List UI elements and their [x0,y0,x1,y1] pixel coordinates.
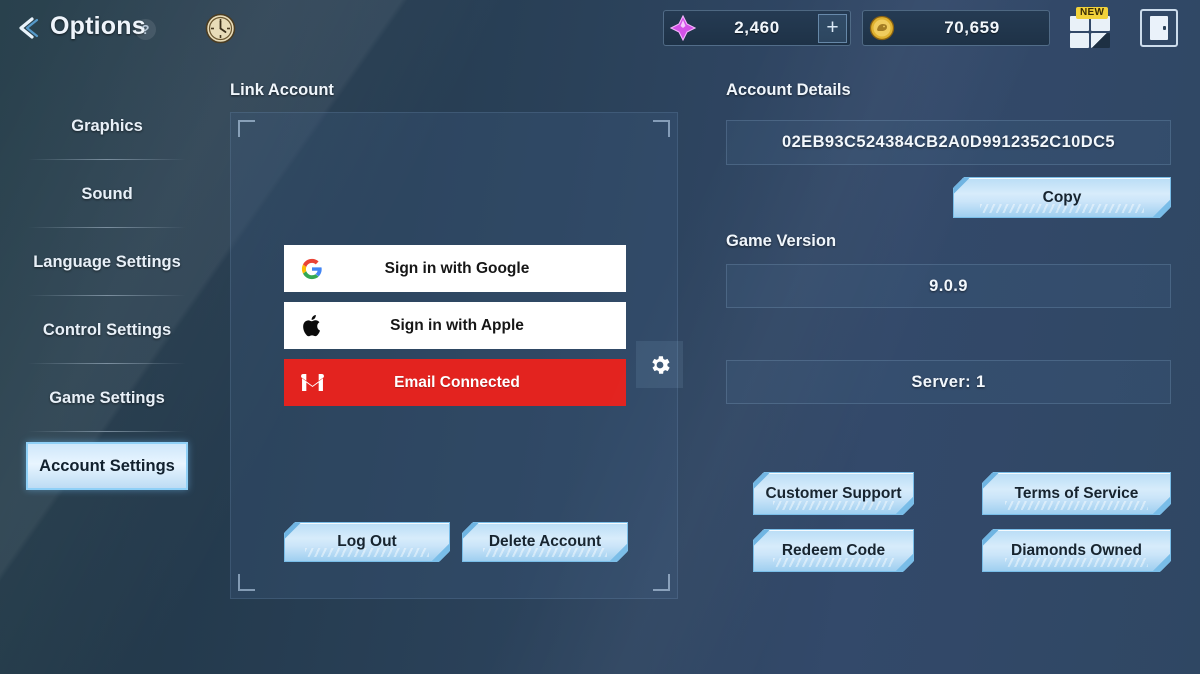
gear-icon [651,355,670,374]
new-badge: NEW [1076,7,1109,19]
redeem-code-label: Redeem Code [781,541,886,559]
apple-icon [284,313,340,338]
email-connected-button[interactable]: Email Connected [284,359,626,406]
game-version-field: 9.0.9 [726,264,1171,308]
gold-coin-icon [865,11,899,45]
server-field[interactable]: Server: 1 [726,360,1171,404]
sign-in-with-google-button[interactable]: Sign in with Google [284,245,626,292]
google-icon [284,258,340,280]
sign-in-with-apple-button[interactable]: Sign in with Apple [284,302,626,349]
log-out-label: Log Out [337,533,397,550]
sign-in-with-google-label: Sign in with Google [384,259,530,277]
delete-account-button[interactable]: Delete Account [462,522,628,562]
log-out-button[interactable]: Log Out [284,522,450,562]
exit-door-icon [1150,16,1168,40]
sidebar-item-control-settings[interactable]: Control Settings [0,296,214,364]
sidebar-item-label: Control Settings [42,320,172,339]
account-details-heading: Account Details [726,81,851,99]
page-title: Options [50,12,146,40]
terms-of-service-button[interactable]: Terms of Service [982,472,1171,515]
game-version-heading: Game Version [726,232,837,250]
options-screen: Options ? 2,460 + 70,659 NEW Graphics So… [0,0,1200,674]
sidebar-item-sound[interactable]: Sound [0,160,214,228]
copy-account-id-button[interactable]: Copy [953,177,1171,218]
top-bar: Options ? 2,460 + 70,659 NEW [0,0,1200,57]
chevron-left-icon [19,17,39,39]
gold-value: 70,659 [944,18,1000,37]
panel-corner [653,574,670,591]
grid-menu-button[interactable]: NEW [1068,7,1112,48]
copy-label: Copy [1042,188,1082,206]
sidebar-item-label: Sound [81,184,133,203]
customer-support-button[interactable]: Customer Support [753,472,914,515]
exit-button[interactable] [1140,9,1178,47]
terms-of-service-label: Terms of Service [1014,484,1139,502]
panel-action-buttons: Log Out Delete Account [284,522,628,562]
diamonds-owned-button[interactable]: Diamonds Owned [982,529,1171,572]
game-version-value: 9.0.9 [929,276,968,295]
sidebar-item-graphics[interactable]: Graphics [0,92,214,160]
diamonds-owned-label: Diamonds Owned [1011,541,1142,559]
redeem-code-button[interactable]: Redeem Code [753,529,914,572]
account-id-field[interactable]: 02EB93C524384CB2A0D9912352C10DC5 [726,120,1171,165]
server-value: Server: 1 [911,372,986,391]
link-account-panel: Sign in with Google Sign in with Apple E… [230,112,683,599]
delete-account-label: Delete Account [488,533,602,550]
sidebar-item-label: Game Settings [49,388,165,407]
help-button[interactable]: ? [135,19,156,40]
panel-corner [653,120,670,137]
sidebar-item-account-settings[interactable]: Account Settings [26,442,188,490]
email-settings-button[interactable] [636,341,683,388]
email-connected-label: Email Connected [394,373,520,391]
sidebar-item-language-settings[interactable]: Language Settings [0,228,214,296]
sidebar-item-label: Graphics [71,116,143,135]
panel-corner [238,120,255,137]
settings-sidebar: Graphics Sound Language Settings Control… [0,92,214,490]
signin-button-stack: Sign in with Google Sign in with Apple E… [284,245,626,416]
clock-icon [205,13,236,44]
sidebar-item-label: Language Settings [33,252,181,271]
grid-menu-icon [1070,16,1110,48]
sidebar-item-game-settings[interactable]: Game Settings [0,364,214,432]
grid-cell [1091,33,1110,48]
sidebar-item-label: Account Settings [39,456,175,475]
add-diamonds-button[interactable]: + [818,13,847,43]
grid-cell [1070,33,1089,48]
diamond-gem-icon [666,11,700,45]
currency-diamonds[interactable]: 2,460 + [663,10,851,46]
sidebar-divider [28,431,186,432]
currency-gold[interactable]: 70,659 [862,10,1050,46]
account-id-value: 02EB93C524384CB2A0D9912352C10DC5 [782,133,1115,151]
clock-button[interactable] [205,13,236,44]
back-button[interactable] [8,8,48,48]
panel-corner [238,574,255,591]
gmail-icon [284,373,340,392]
sign-in-with-apple-label: Sign in with Apple [390,316,524,334]
link-account-heading: Link Account [230,81,334,99]
customer-support-label: Customer Support [765,484,902,502]
diamonds-value: 2,460 [734,18,780,37]
